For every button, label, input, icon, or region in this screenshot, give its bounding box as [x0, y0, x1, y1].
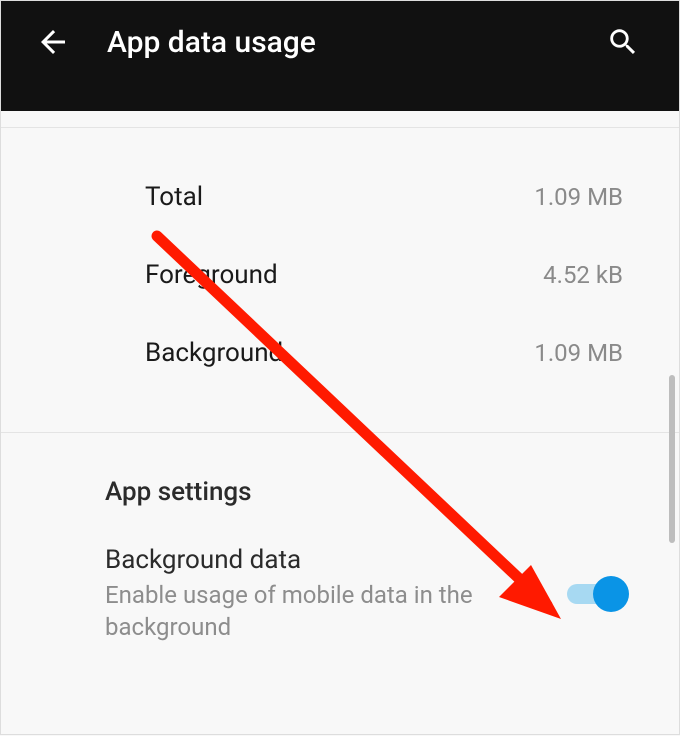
usage-section: Total 1.09 MB Foreground 4.52 kB Backgro…: [1, 127, 679, 433]
content-area: Total 1.09 MB Foreground 4.52 kB Backgro…: [1, 127, 679, 644]
app-bar: App data usage: [1, 1, 679, 111]
setting-text: Background data Enable usage of mobile d…: [105, 545, 525, 644]
page-title: App data usage: [107, 25, 577, 60]
background-data-row[interactable]: Background data Enable usage of mobile d…: [1, 515, 679, 644]
back-button[interactable]: [31, 20, 75, 64]
arrow-back-icon: [35, 24, 71, 60]
usage-row-total[interactable]: Total 1.09 MB: [1, 158, 679, 236]
usage-row-background[interactable]: Background 1.09 MB: [1, 314, 679, 392]
scrollbar[interactable]: [669, 375, 675, 543]
usage-value: 4.52 kB: [543, 261, 623, 289]
section-header: App settings: [1, 433, 679, 515]
usage-label: Total: [145, 182, 203, 212]
usage-value: 1.09 MB: [534, 339, 623, 367]
usage-label: Foreground: [145, 260, 278, 290]
usage-row-foreground[interactable]: Foreground 4.52 kB: [1, 236, 679, 314]
search-button[interactable]: [601, 20, 645, 64]
setting-subtitle: Enable usage of mobile data in the backg…: [105, 579, 525, 644]
usage-label: Background: [145, 338, 283, 368]
background-data-toggle[interactable]: [565, 576, 621, 612]
toggle-thumb: [593, 576, 629, 612]
setting-title: Background data: [105, 545, 525, 575]
search-icon: [606, 25, 640, 59]
usage-value: 1.09 MB: [534, 183, 623, 211]
